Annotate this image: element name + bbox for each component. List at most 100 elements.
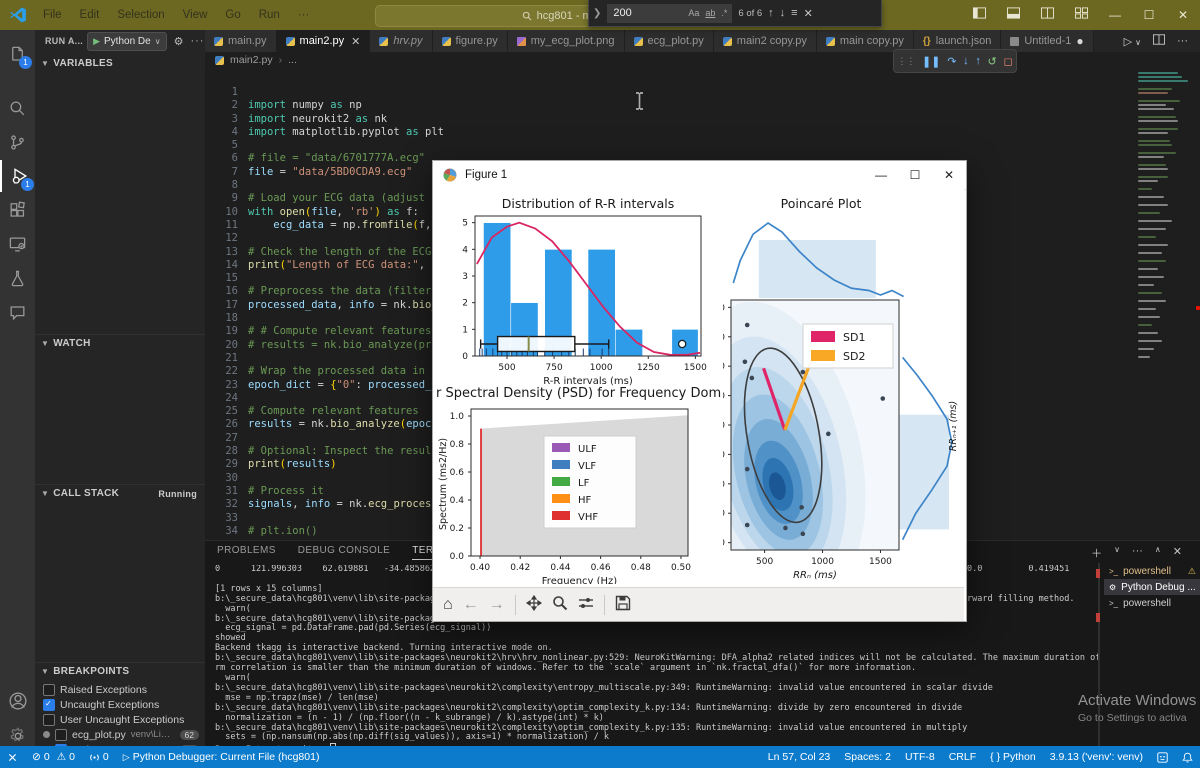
testing-icon[interactable] xyxy=(0,262,35,294)
terminal-session-python-debug-[interactable]: ⚙Python Debug ... xyxy=(1104,579,1200,595)
menu-item-selection[interactable]: Selection xyxy=(109,6,172,24)
panel-close-icon[interactable]: ✕ xyxy=(1173,545,1182,561)
run-file-button[interactable]: ▷ ∨ xyxy=(1124,35,1141,48)
editor-more-actions-icon[interactable]: ··· xyxy=(1177,35,1188,47)
find-collapse-icon[interactable]: ❯ xyxy=(593,8,601,19)
figure-minimize-button[interactable]: — xyxy=(864,161,898,189)
menu-item-view[interactable]: View xyxy=(175,6,216,24)
zoom-rect-icon[interactable] xyxy=(552,595,568,615)
drag-handle-icon[interactable]: ⋮⋮ xyxy=(897,56,915,67)
pause-icon[interactable]: ❚❚ xyxy=(922,55,940,68)
terminal-session-powershell[interactable]: >_powershell⚠ xyxy=(1104,563,1200,579)
stop-icon[interactable]: ◻ xyxy=(1003,55,1012,68)
subplots-config-icon[interactable] xyxy=(578,595,594,615)
close-button[interactable]: ✕ xyxy=(1166,0,1200,30)
tab-ecg-plot-py[interactable]: ecg_plot.py xyxy=(625,30,714,52)
code-line[interactable]: 5 xyxy=(205,139,488,152)
step-into-icon[interactable]: ↓ xyxy=(963,55,969,67)
chat-icon[interactable] xyxy=(0,296,35,328)
whole-word-icon[interactable]: ab xyxy=(705,8,715,18)
menu-item-go[interactable]: Go xyxy=(217,6,248,24)
figure-title-bar[interactable]: Figure 1 — ☐ ✕ xyxy=(433,161,966,190)
extensions-icon[interactable] xyxy=(0,194,35,226)
breakpoint-checkbox[interactable] xyxy=(43,699,55,711)
forward-icon[interactable]: → xyxy=(489,597,505,613)
minimap[interactable] xyxy=(1138,70,1200,370)
code-line[interactable]: 2import numpy as np xyxy=(205,99,488,112)
breakpoint-row[interactable]: ecg_plot.pyvenv\Lib\site-p...62 xyxy=(35,727,205,742)
code-line[interactable]: 4import matplotlib.pyplot as plt xyxy=(205,126,488,139)
notifications-bell-icon[interactable] xyxy=(1175,746,1200,768)
account-icon[interactable] xyxy=(0,685,35,717)
debugger-status[interactable]: ▷ Python Debugger: Current File (hcg801) xyxy=(116,746,327,768)
breadcrumb[interactable]: main2.py › ... xyxy=(205,52,1200,68)
terminal-dropdown-icon[interactable]: ∨ xyxy=(1114,545,1120,561)
breakpoint-row[interactable]: User Uncaught Exceptions xyxy=(35,712,205,727)
debug-config-dropdown[interactable]: ▶ Python De ∨ xyxy=(87,32,166,51)
new-terminal-icon[interactable]: ＋ xyxy=(1091,545,1102,561)
step-over-icon[interactable]: ↷ xyxy=(947,55,956,68)
minimize-button[interactable]: — xyxy=(1098,0,1132,30)
panel-tab-debug-console[interactable]: DEBUG CONSOLE xyxy=(298,545,390,560)
find-input[interactable]: 200 Aa ab .* xyxy=(607,4,732,23)
figure-window[interactable]: Figure 1 — ☐ ✕ 500750100012501500012345D… xyxy=(432,160,967,622)
statusbar--python[interactable]: { } Python xyxy=(983,746,1043,768)
breakpoint-checkbox[interactable] xyxy=(43,684,55,696)
variables-section-header[interactable]: ▼VARIABLES xyxy=(35,54,205,72)
remote-indicator-icon[interactable] xyxy=(0,746,25,768)
layout-icon[interactable] xyxy=(1064,0,1098,30)
tab-figure-py[interactable]: figure.py xyxy=(433,30,508,52)
debug-more-actions-icon[interactable]: ··· xyxy=(190,35,204,47)
statusbar-spaces-2[interactable]: Spaces: 2 xyxy=(837,746,898,768)
callstack-section-header[interactable]: ▼CALL STACKRunning xyxy=(35,484,205,502)
panel-more-icon[interactable]: ··· xyxy=(1132,545,1143,561)
watch-section-header[interactable]: ▼WATCH xyxy=(35,334,205,352)
tab-hrv-py[interactable]: hrv.py xyxy=(370,30,432,52)
maximize-button[interactable]: ☐ xyxy=(1132,0,1166,30)
match-case-icon[interactable]: Aa xyxy=(688,8,699,18)
tab-close-icon[interactable]: ✕ xyxy=(351,35,360,48)
tab-main2-copy-py[interactable]: main2 copy.py xyxy=(714,30,817,52)
figure-canvas[interactable]: 500750100012501500012345Distribution of … xyxy=(433,189,964,586)
code-line[interactable]: 1 xyxy=(205,86,488,99)
statusbar-3-9-13-venv-venv-[interactable]: 3.9.13 ('venv': venv) xyxy=(1043,746,1150,768)
statusbar-utf-8[interactable]: UTF-8 xyxy=(898,746,942,768)
panel-tab-problems[interactable]: PROBLEMS xyxy=(217,545,276,560)
home-icon[interactable]: ⌂ xyxy=(443,597,453,613)
feedback-icon[interactable] xyxy=(1150,746,1175,768)
start-debug-icon[interactable]: ▶ xyxy=(93,36,100,47)
split-editor-button[interactable] xyxy=(1153,34,1165,48)
figure-maximize-button[interactable]: ☐ xyxy=(898,161,932,189)
find-in-selection-icon[interactable]: ≡ xyxy=(791,7,797,19)
source-control-icon[interactable] xyxy=(0,126,35,158)
menu-item-[interactable]: ··· xyxy=(290,6,318,24)
menu-item-file[interactable]: File xyxy=(35,6,70,24)
save-icon[interactable] xyxy=(615,595,631,615)
breakpoints-section-header[interactable]: ▼BREAKPOINTS xyxy=(35,662,205,680)
toggle-panel-icon[interactable] xyxy=(996,0,1030,30)
breakpoint-row[interactable]: Uncaught Exceptions xyxy=(35,697,205,712)
tab-main2-py[interactable]: main2.py✕ xyxy=(277,30,371,52)
code-line[interactable]: 3import neurokit2 as nk xyxy=(205,113,488,126)
find-next-icon[interactable]: ↓ xyxy=(780,7,786,19)
debug-settings-gear-icon[interactable]: ⚙ xyxy=(174,35,184,48)
restart-icon[interactable]: ↺ xyxy=(988,55,997,68)
explorer-icon[interactable]: 1 xyxy=(0,38,35,70)
menu-item-edit[interactable]: Edit xyxy=(72,6,108,24)
breakpoint-row[interactable]: Raised Exceptions xyxy=(35,682,205,697)
find-close-icon[interactable]: ✕ xyxy=(804,7,813,20)
regex-icon[interactable]: .* xyxy=(721,8,727,18)
ports-indicator[interactable]: 0 xyxy=(82,746,116,768)
statusbar-ln-57-col-23[interactable]: Ln 57, Col 23 xyxy=(761,746,837,768)
breadcrumb-more[interactable]: ... xyxy=(288,54,297,66)
breadcrumb-file[interactable]: main2.py xyxy=(230,54,273,66)
menu-item-run[interactable]: Run xyxy=(251,6,288,24)
pan-icon[interactable] xyxy=(526,595,542,615)
figure-close-button[interactable]: ✕ xyxy=(932,161,966,189)
split-editor-icon[interactable] xyxy=(1030,0,1064,30)
breakpoint-checkbox[interactable] xyxy=(55,729,67,741)
tab-main-py[interactable]: main.py xyxy=(205,30,277,52)
terminal-session-powershell[interactable]: >_powershell xyxy=(1104,595,1200,611)
run-debug-icon[interactable]: 1 xyxy=(0,160,37,192)
step-out-icon[interactable]: ↑ xyxy=(975,55,981,67)
